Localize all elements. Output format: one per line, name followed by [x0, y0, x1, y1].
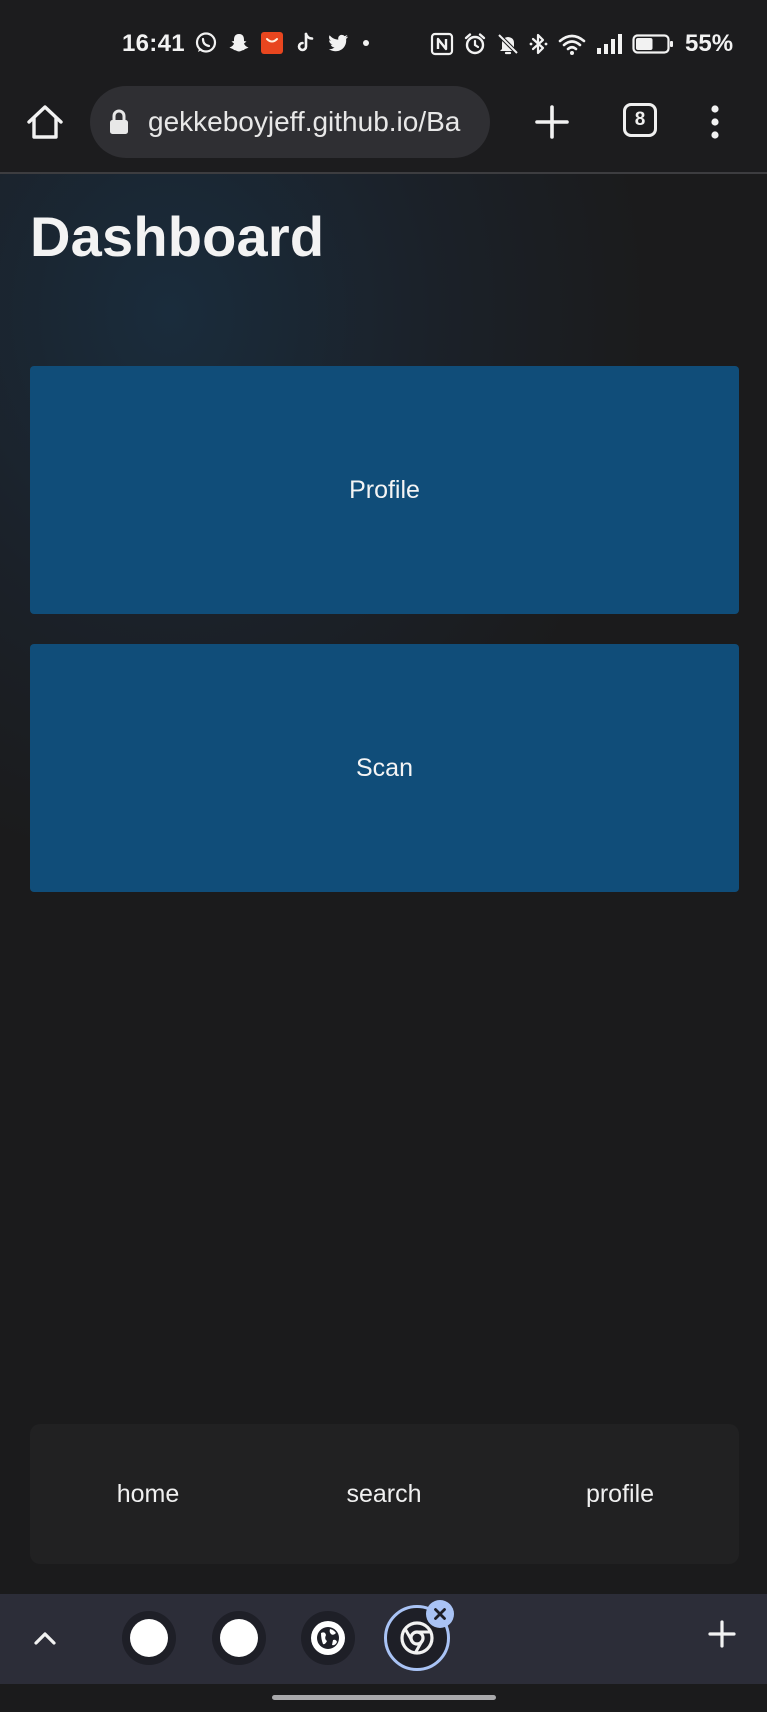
white-favicon [130, 1619, 168, 1657]
bottom-nav: home search profile [30, 1424, 739, 1564]
wifi-icon [558, 34, 586, 55]
tiktok-icon [297, 32, 314, 52]
tab-thumbnail-3[interactable] [301, 1611, 355, 1665]
close-tab-button[interactable] [426, 1600, 454, 1628]
battery-percent: 55% [685, 30, 734, 57]
nav-search[interactable]: search [266, 1424, 502, 1564]
more-vert-icon[interactable] [704, 100, 726, 144]
globe-favicon [311, 1621, 345, 1655]
browser-toolbar: gekkeboyjeff.github.io/Ba 8 [0, 86, 767, 174]
signal-icon [597, 34, 622, 54]
new-tab-button[interactable] [530, 100, 574, 144]
gesture-handle[interactable] [272, 1695, 496, 1700]
whatsapp-icon [195, 32, 217, 53]
nav-profile[interactable]: profile [502, 1424, 738, 1564]
tab-strip [0, 1594, 767, 1684]
tab-thumbnail-2[interactable] [212, 1611, 266, 1665]
profile-tile-label: Profile [349, 475, 420, 504]
profile-tile[interactable]: Profile [30, 366, 739, 614]
nav-profile-label: profile [585, 1479, 655, 1508]
alarm-icon [464, 33, 486, 55]
url-text: gekkeboyjeff.github.io/Ba [148, 106, 461, 137]
notifications-off-icon [497, 33, 519, 55]
scan-tile-label: Scan [356, 753, 413, 782]
scan-tile[interactable]: Scan [30, 644, 739, 892]
battery-icon [632, 34, 673, 54]
web-page: Dashboard Profile Scan home search profi… [0, 174, 767, 1594]
notification-icons [194, 31, 373, 55]
status-bar: 16:41 55% [0, 0, 767, 86]
close-icon [434, 1608, 446, 1620]
page-title: Dashboard [30, 205, 325, 268]
aliexpress-icon [261, 32, 283, 54]
address-bar[interactable]: gekkeboyjeff.github.io/Ba [90, 86, 490, 158]
twitter-icon [328, 34, 348, 52]
chrome-favicon [400, 1621, 434, 1655]
white-favicon [220, 1619, 258, 1657]
tab-switcher-button[interactable]: 8 [623, 103, 657, 137]
status-time: 16:41 [122, 30, 185, 57]
nav-search-label: search [346, 1479, 422, 1508]
bluetooth-icon [529, 33, 548, 55]
more-dot-icon [363, 40, 369, 46]
home-icon[interactable] [24, 101, 66, 143]
tab-thumbnail-1[interactable] [122, 1611, 176, 1665]
add-tab-button[interactable] [706, 1618, 738, 1650]
nav-home[interactable]: home [30, 1424, 266, 1564]
gesture-area [0, 1684, 767, 1712]
nav-home-label: home [116, 1479, 180, 1508]
system-icons: 55% [430, 30, 733, 58]
snapchat-icon [229, 34, 249, 52]
nfc-icon [430, 32, 454, 56]
chevron-up-icon[interactable] [30, 1624, 60, 1654]
lock-icon [110, 109, 128, 134]
